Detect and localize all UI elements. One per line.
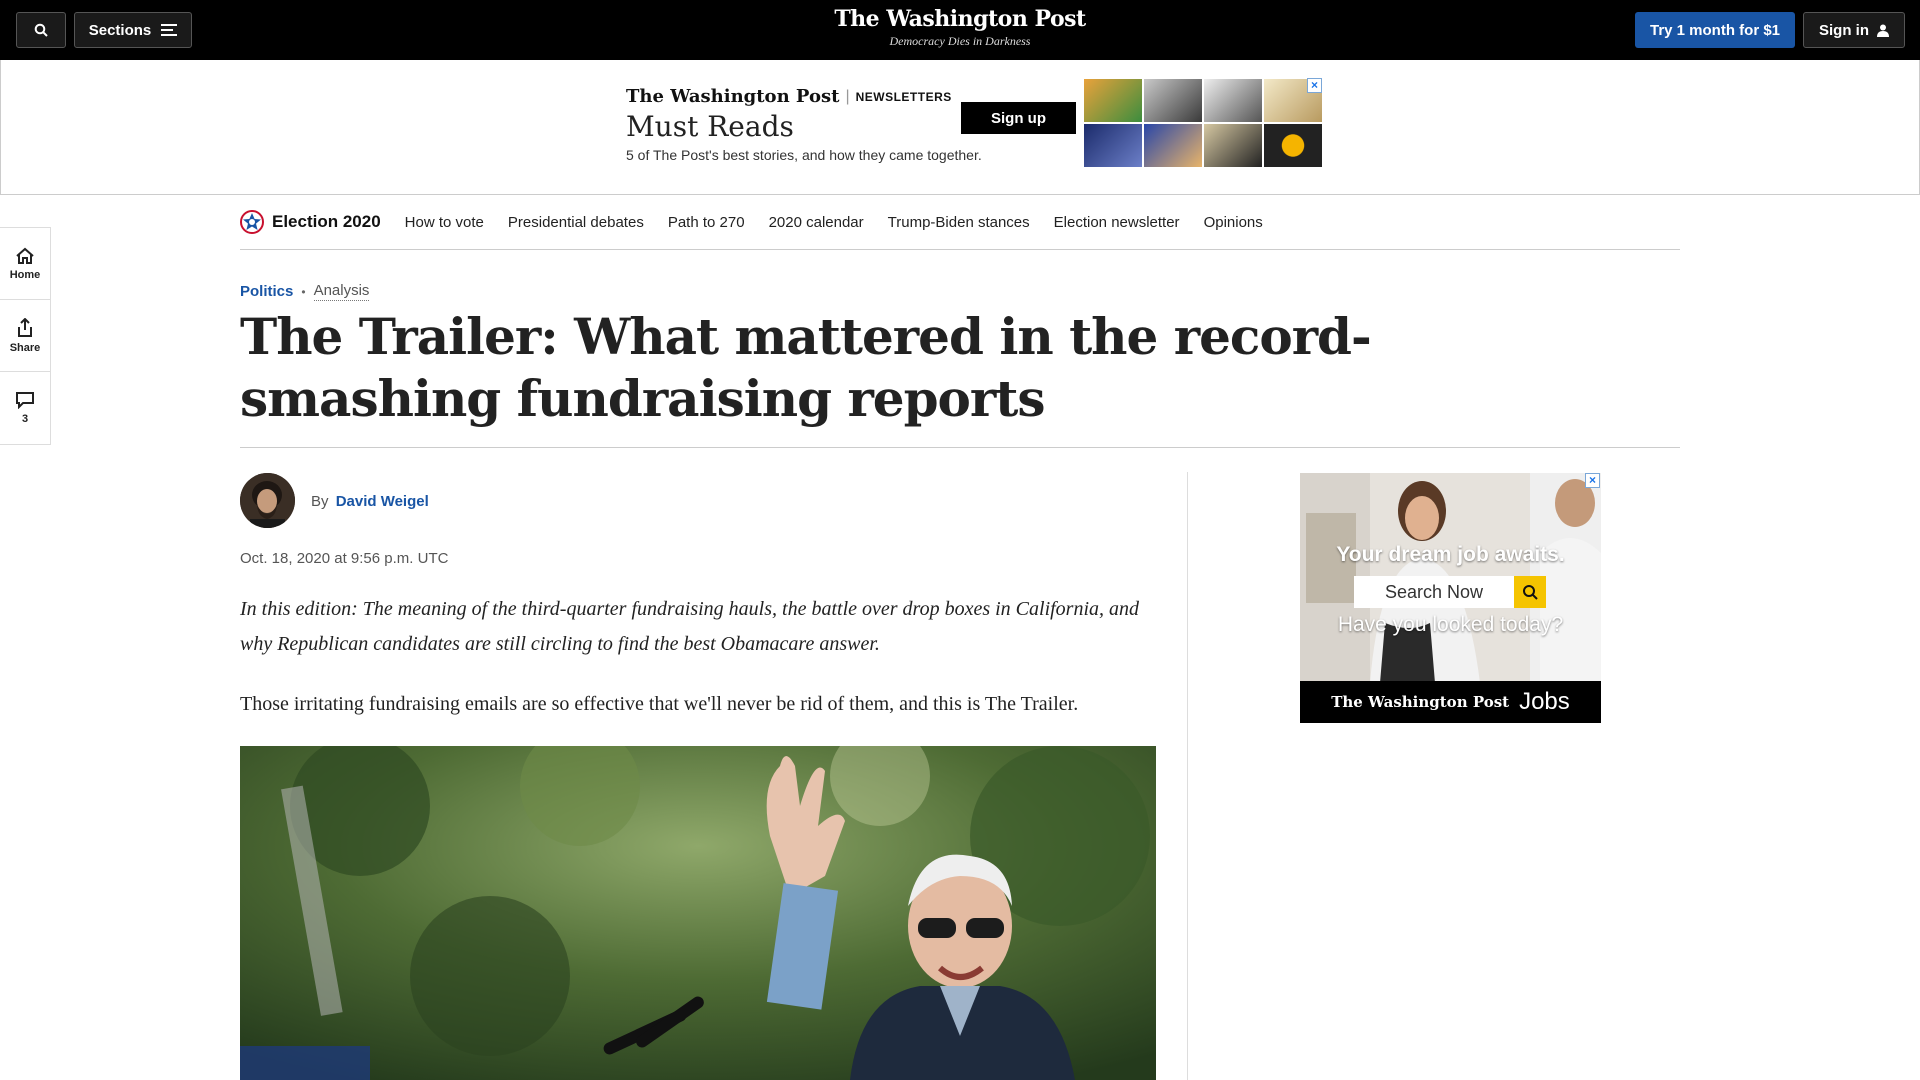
- rail-share-button[interactable]: Share: [0, 300, 50, 372]
- sign-in-button[interactable]: Sign in: [1803, 12, 1905, 48]
- top-navigation-bar: Sections The Washington Post Democracy D…: [0, 0, 1920, 60]
- jobs-search-button[interactable]: [1514, 576, 1546, 608]
- lead-photo[interactable]: [240, 746, 1156, 1080]
- election-label: Election 2020: [272, 212, 381, 231]
- ad-section-label: NEWSLETTERS: [855, 89, 952, 104]
- tagline: Democracy Dies in Darkness: [889, 34, 1031, 48]
- side-ad-close-icon[interactable]: ×: [1585, 473, 1600, 488]
- search-icon: [34, 23, 48, 37]
- analysis-label[interactable]: Analysis: [313, 282, 370, 301]
- nav-path-to-270[interactable]: Path to 270: [668, 214, 745, 231]
- article-deck: In this edition: The meaning of the thir…: [240, 598, 1140, 655]
- byline-prefix: By: [311, 493, 329, 510]
- headline-divider: [240, 447, 1680, 448]
- jobs-ad-question: Have you looked today?: [1337, 613, 1564, 636]
- comment-icon: [16, 392, 34, 409]
- newsletter-ad-banner[interactable]: The Washington Post | NEWSLETTERS Must R…: [0, 60, 1920, 195]
- kicker-separator: •: [301, 284, 306, 299]
- publish-date: Oct. 18, 2020 at 9:56 p.m. UTC: [240, 550, 449, 567]
- election-subnav: Election 2020 How to vote Presidential d…: [240, 195, 1680, 250]
- nav-trump-biden-stances[interactable]: Trump-Biden stances: [888, 214, 1030, 231]
- article-headline: The Trailer: What mattered in the record…: [240, 307, 1372, 428]
- nav-2020-calendar[interactable]: 2020 calendar: [769, 214, 864, 231]
- nav-election-newsletter[interactable]: Election newsletter: [1054, 214, 1180, 231]
- author-avatar[interactable]: [240, 473, 295, 528]
- nav-how-to-vote[interactable]: How to vote: [405, 214, 484, 231]
- home-icon: [16, 247, 34, 264]
- rail-home-label: Home: [9, 268, 41, 281]
- author-photo: [240, 473, 295, 528]
- user-icon: [1877, 24, 1889, 37]
- article-kicker: Politics • Analysis: [240, 282, 370, 301]
- left-share-rail: Home Share 3: [0, 227, 51, 445]
- search-button[interactable]: [16, 12, 66, 48]
- ad-brand: The Washington Post | NEWSLETTERS: [626, 86, 952, 107]
- jobs-ad-brand: The Washington Post: [1331, 693, 1510, 711]
- rail-comments-count: 3: [21, 413, 29, 425]
- article-lede: Those irritating fundraising emails are …: [240, 693, 1079, 715]
- ad-close-icon[interactable]: ×: [1307, 78, 1322, 93]
- ad-description: 5 of The Post's best stories, and how th…: [626, 147, 982, 163]
- site-logo[interactable]: The Washington Post Democracy Dies in Da…: [760, 6, 1160, 49]
- election-star-icon: [240, 210, 264, 234]
- nav-opinions[interactable]: Opinions: [1204, 214, 1263, 231]
- logo-wordmark: The Washington Post: [834, 6, 1086, 32]
- ad-logo: The Washington Post: [626, 86, 840, 107]
- jobs-ad-headline: Your dream job awaits.: [1336, 543, 1565, 566]
- lead-photo-image: [240, 746, 1156, 1080]
- subscribe-button[interactable]: Try 1 month for $1: [1635, 12, 1795, 48]
- jobs-search-input[interactable]: Search Now: [1354, 576, 1514, 608]
- sections-label: Sections: [88, 21, 152, 39]
- sign-in-label: Sign in: [1819, 21, 1869, 39]
- jobs-ad[interactable]: Your dream job awaits. Search Now Have y…: [1300, 473, 1601, 723]
- search-icon: [1523, 585, 1538, 600]
- jobs-ad-product: Jobs: [1519, 688, 1570, 715]
- rail-share-label: Share: [9, 341, 41, 354]
- nav-presidential-debates[interactable]: Presidential debates: [508, 214, 644, 231]
- ad-separator: |: [845, 87, 850, 105]
- ad-image-collage: [1083, 78, 1323, 168]
- rail-home-button[interactable]: Home: [0, 228, 50, 300]
- byline: By David Weigel: [311, 493, 429, 510]
- sections-button[interactable]: Sections: [74, 12, 192, 48]
- author-link[interactable]: David Weigel: [336, 493, 429, 510]
- ad-signup-button[interactable]: Sign up: [961, 102, 1076, 134]
- section-link[interactable]: Politics: [240, 283, 293, 300]
- column-divider: [1187, 472, 1188, 1080]
- ad-title: Must Reads: [626, 110, 794, 143]
- rail-comments-button[interactable]: 3: [0, 372, 50, 444]
- jobs-ad-footer: The Washington Post Jobs: [1300, 681, 1601, 723]
- menu-icon: [161, 24, 178, 36]
- share-icon: [18, 317, 32, 337]
- election-2020-link[interactable]: Election 2020: [240, 210, 381, 234]
